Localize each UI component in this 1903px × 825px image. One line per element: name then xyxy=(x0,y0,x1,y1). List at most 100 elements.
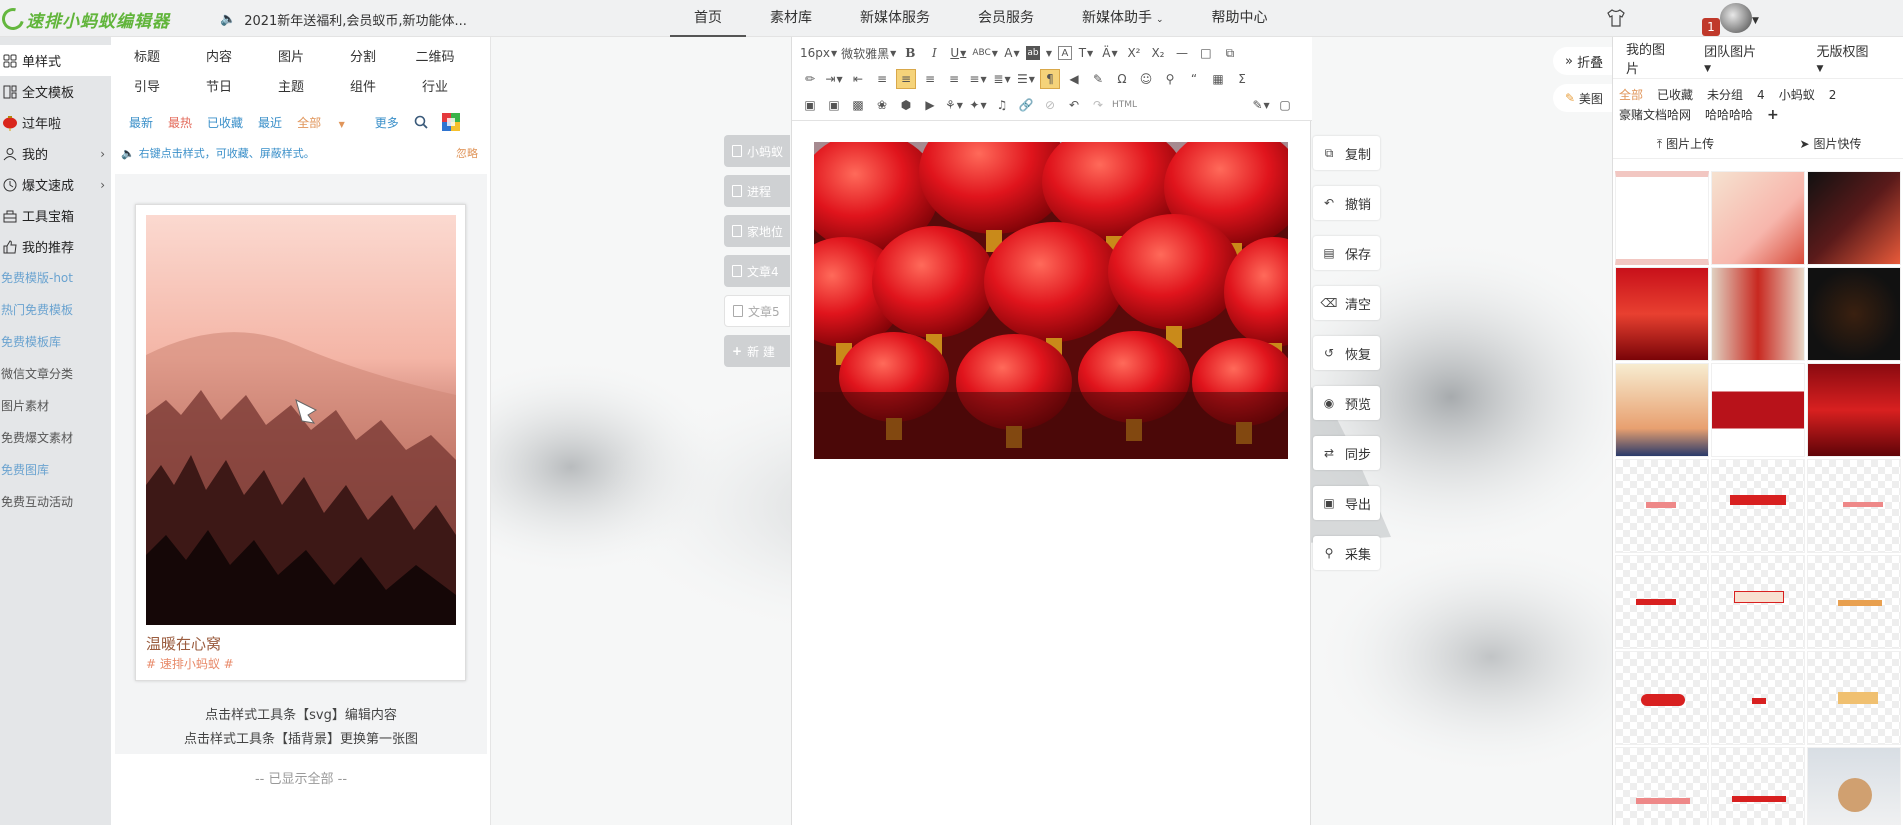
align-right-icon[interactable]: ≡ xyxy=(920,69,940,89)
nav-materials[interactable]: 素材库 xyxy=(746,0,836,37)
save-button[interactable]: ▤ 保存 xyxy=(1313,236,1380,270)
sidebar-item-mine[interactable]: 我的 › xyxy=(0,138,111,169)
article-tab[interactable]: 家地位 xyxy=(724,215,790,247)
sidebar-link-free-activity[interactable]: 免费互动活动 xyxy=(0,486,111,518)
align-justify-icon[interactable]: ≡ xyxy=(944,69,964,89)
article-tab[interactable]: 小蚂蚁 xyxy=(724,135,790,167)
undo-button[interactable]: ↶ 撤销 xyxy=(1313,186,1380,220)
fold-button[interactable]: » 折叠 xyxy=(1553,47,1613,75)
shirt-icon[interactable] xyxy=(1606,8,1626,28)
tab-content[interactable]: 内容 xyxy=(183,46,255,65)
paragraph-format-icon[interactable]: ¶ xyxy=(1040,69,1060,89)
font-family-select[interactable]: 微软雅黑 ▼ xyxy=(841,43,896,63)
image-thumbnail[interactable] xyxy=(1807,555,1901,649)
nav-membership[interactable]: 会员服务 xyxy=(954,0,1058,37)
sync-button[interactable]: ⇄ 同步 xyxy=(1313,436,1380,470)
tab-copyright-free[interactable]: 无版权图 ▼ xyxy=(1791,41,1903,75)
notice[interactable]: 🔈 2021新年送福利,会员蚁币,新功能体... xyxy=(220,10,467,29)
color-palette-icon[interactable] xyxy=(441,113,460,131)
lantern-photo[interactable] xyxy=(814,142,1288,459)
list-icon[interactable]: ☰ ▼ xyxy=(1016,69,1036,89)
tab-theme[interactable]: 主题 xyxy=(255,76,327,95)
sidebar-link-free-hot[interactable]: 免费模版-hot xyxy=(0,262,111,294)
sidebar-link-free-library[interactable]: 免费模板库 xyxy=(0,326,111,358)
italic-icon[interactable]: I xyxy=(924,43,944,63)
image-thumbnail[interactable] xyxy=(1711,267,1805,361)
tab-industry[interactable]: 行业 xyxy=(399,76,471,95)
fill-icon[interactable]: ⚘ ▼ xyxy=(944,95,964,115)
subscript-icon[interactable]: X₂ xyxy=(1148,43,1168,63)
tab-component[interactable]: 组件 xyxy=(327,76,399,95)
sidebar-link-free-article[interactable]: 免费爆文素材 xyxy=(0,422,111,454)
tab-guide[interactable]: 引导 xyxy=(111,76,183,95)
filter-newest[interactable]: 最新 xyxy=(129,114,153,131)
undo-icon[interactable]: ↶ xyxy=(1064,95,1084,115)
category-xiaomayi[interactable]: 小蚂蚁 xyxy=(1779,88,1815,102)
nav-home[interactable]: 首页 xyxy=(670,0,746,37)
gift-icon[interactable]: ❀ xyxy=(872,95,892,115)
tab-my-images[interactable]: 我的图片 xyxy=(1613,39,1678,77)
image-thumbnail[interactable] xyxy=(1807,459,1901,553)
chevron-down-icon[interactable]: ▼ xyxy=(1752,16,1759,26)
nav-help[interactable]: 帮助中心 xyxy=(1188,0,1292,37)
format-painter-icon[interactable]: ✎ xyxy=(1088,69,1108,89)
expand-icon[interactable]: ▢ xyxy=(1275,95,1295,115)
image-icon[interactable]: ▣ xyxy=(800,95,820,115)
indent-icon[interactable]: ⇥ ▼ xyxy=(824,69,844,89)
tab-festival[interactable]: 节日 xyxy=(183,76,255,95)
sidebar-item-full-template[interactable]: 全文模板 xyxy=(0,76,111,107)
category-favorited[interactable]: 已收藏 xyxy=(1657,88,1693,102)
image-gallery-icon[interactable]: ▣ xyxy=(824,95,844,115)
sidebar-link-image-material[interactable]: 图片素材 xyxy=(0,390,111,422)
image-thumbnail[interactable] xyxy=(1807,747,1901,825)
upload-image-button[interactable]: ⤒ 图片上传 xyxy=(1613,135,1758,152)
collect-button[interactable]: ⚲ 采集 xyxy=(1313,536,1380,570)
font-size-select[interactable]: 16px ▼ xyxy=(800,43,837,63)
sidebar-link-wechat-category[interactable]: 微信文章分类 xyxy=(0,358,111,390)
superscript-icon[interactable]: X² xyxy=(1124,43,1144,63)
font-color-icon[interactable]: A ▼ xyxy=(1002,43,1022,63)
image-thumbnail[interactable] xyxy=(1615,555,1709,649)
page-icon[interactable]: □ xyxy=(1196,43,1216,63)
html-source-button[interactable]: HTML xyxy=(1112,95,1137,115)
sidebar-item-toolbox[interactable]: 工具宝箱 xyxy=(0,200,111,231)
fullscreen-icon[interactable]: ⧉ xyxy=(1220,43,1240,63)
article-tab[interactable]: 进程 xyxy=(724,175,790,207)
sidebar-link-free-gallery[interactable]: 免费图库 xyxy=(0,454,111,486)
sigma-icon[interactable]: Σ xyxy=(1232,69,1252,89)
category-hahaha[interactable]: 哈哈哈哈 xyxy=(1705,108,1753,122)
preview-button[interactable]: ◉ 预览 xyxy=(1313,386,1380,420)
letter-spacing-icon[interactable]: Ä ▼ xyxy=(1100,43,1120,63)
image-thumbnail[interactable] xyxy=(1807,363,1901,457)
edit-mode-icon[interactable]: ✎ ▼ xyxy=(1251,95,1271,115)
stamp-icon[interactable]: ⬢ xyxy=(896,95,916,115)
text-box-icon[interactable]: A xyxy=(1057,46,1072,60)
redo-icon[interactable]: ↷ xyxy=(1088,95,1108,115)
quote-icon[interactable]: “ xyxy=(1184,69,1204,89)
bold-icon[interactable]: B xyxy=(900,43,920,63)
restore-button[interactable]: ↺ 恢复 xyxy=(1313,336,1380,370)
style-card[interactable]: 温暖在心窝 # 速排小蚂蚁 # xyxy=(135,204,466,681)
category-all[interactable]: 全部 xyxy=(1619,88,1643,102)
line-height-icon[interactable]: ≡ ▼ xyxy=(968,69,988,89)
tab-qrcode[interactable]: 二维码 xyxy=(399,46,471,65)
image-thumbnail[interactable] xyxy=(1711,171,1805,265)
eraser-icon[interactable]: ✏ xyxy=(800,69,820,89)
strikethrough-icon[interactable]: ABC ▼ xyxy=(972,43,998,63)
underline-icon[interactable]: U ▼ xyxy=(948,43,968,63)
category-haodu[interactable]: 豪赌文档哈网 xyxy=(1619,108,1691,122)
paragraph-spacing-icon[interactable]: ≣ ▼ xyxy=(992,69,1012,89)
direction-icon[interactable]: ◀ xyxy=(1064,69,1084,89)
ignore-link[interactable]: 忽略 xyxy=(456,145,478,161)
align-center-icon[interactable]: ≡ xyxy=(896,69,916,89)
nav-media-assistant[interactable]: 新媒体助手 ⌄ xyxy=(1058,0,1188,37)
tab-image[interactable]: 图片 xyxy=(255,46,327,65)
link-icon[interactable]: 🔗 xyxy=(1016,95,1036,115)
layer-icon[interactable]: ▩ xyxy=(848,95,868,115)
quick-upload-button[interactable]: ➤ 图片快传 xyxy=(1758,135,1903,152)
image-thumbnail[interactable] xyxy=(1711,555,1805,649)
new-article-button[interactable]: + 新 建 xyxy=(724,335,790,367)
add-category-button[interactable]: + xyxy=(1767,107,1779,123)
copy-button[interactable]: ⧉ 复制 xyxy=(1313,136,1380,170)
image-thumbnail[interactable] xyxy=(1615,267,1709,361)
